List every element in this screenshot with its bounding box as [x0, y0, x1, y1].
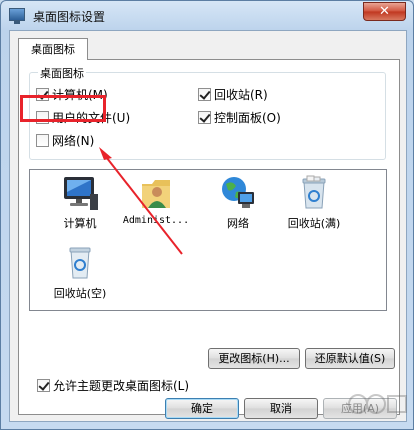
- icon-preview-list[interactable]: 计算机 Administ... 网络 回收站(满) 回收站(空): [29, 169, 387, 311]
- dialog-window: 桌面图标设置 ✕ 桌面图标 桌面图标 计算机(M) 回收站(R) 用户的文件(U…: [0, 0, 414, 430]
- checkbox-box[interactable]: [198, 87, 211, 101]
- computer-icon: [64, 177, 98, 210]
- list-item[interactable]: 计算机: [42, 174, 118, 231]
- checkbox-label: 允许主题更改桌面图标(L): [53, 378, 190, 393]
- recycle-bin-full-icon: [302, 175, 326, 209]
- checkbox-allow-themes[interactable]: 允许主题更改桌面图标(L): [37, 377, 189, 393]
- title-bar[interactable]: 桌面图标设置 ✕: [1, 1, 413, 29]
- list-item[interactable]: 网络: [200, 174, 276, 231]
- icon-label: 回收站(满): [287, 217, 341, 230]
- network-icon: [222, 177, 254, 208]
- icon-label: 计算机: [63, 217, 97, 230]
- window-title: 桌面图标设置: [33, 10, 106, 24]
- icon-label: Administ...: [122, 215, 190, 226]
- checkbox-control-panel[interactable]: 控制面板(O): [198, 109, 281, 125]
- icon-label: 回收站(空): [53, 287, 107, 300]
- dialog-client: 桌面图标 桌面图标 计算机(M) 回收站(R) 用户的文件(U) 控制面板(O)…: [9, 30, 407, 422]
- user-folder-icon: [142, 180, 170, 208]
- checkbox-box[interactable]: [37, 378, 50, 392]
- checkbox-box[interactable]: [198, 110, 211, 124]
- cancel-button[interactable]: 取消: [244, 398, 318, 419]
- close-button[interactable]: ✕: [363, 2, 406, 21]
- close-icon: ✕: [379, 4, 390, 19]
- checkbox-label: 回收站(R): [214, 87, 268, 102]
- checkbox-recycle-bin[interactable]: 回收站(R): [198, 86, 268, 102]
- highlight-box: [20, 95, 106, 122]
- list-item[interactable]: Administ...: [118, 174, 194, 226]
- watermark-logo: [348, 394, 407, 414]
- ok-button[interactable]: 确定: [165, 398, 239, 419]
- checkbox-network[interactable]: 网络(N): [36, 132, 94, 148]
- list-item[interactable]: 回收站(空): [42, 244, 118, 301]
- change-icon-button[interactable]: 更改图标(H)...: [208, 348, 300, 369]
- recycle-bin-empty-icon: [69, 247, 91, 279]
- desktop-settings-icon: [9, 8, 25, 24]
- group-title: 桌面图标: [38, 65, 86, 81]
- checkbox-label: 网络(N): [52, 133, 95, 148]
- list-item[interactable]: 回收站(满): [276, 174, 352, 231]
- icon-label: 网络: [227, 217, 249, 230]
- checkbox-box[interactable]: [36, 133, 49, 147]
- checkbox-label: 控制面板(O): [214, 110, 281, 125]
- restore-default-button[interactable]: 还原默认值(S): [305, 348, 395, 369]
- tab-desktop-icons[interactable]: 桌面图标: [18, 38, 88, 60]
